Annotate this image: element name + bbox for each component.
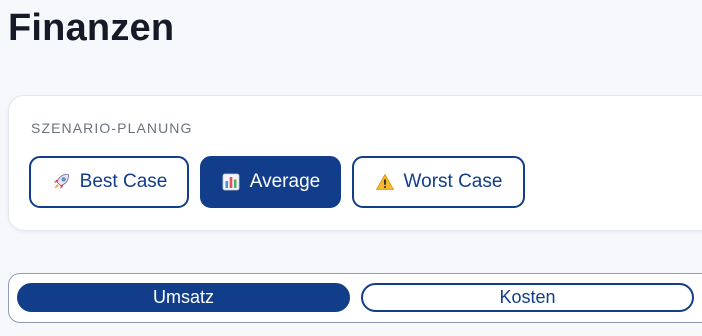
average-button[interactable]: Average xyxy=(200,156,341,208)
best-case-label: Best Case xyxy=(79,171,168,192)
tab-kosten[interactable]: Kosten xyxy=(361,283,694,312)
page-title: Finanzen xyxy=(8,7,175,49)
worst-case-label: Worst Case xyxy=(403,171,503,192)
tab-umsatz[interactable]: Umsatz xyxy=(17,283,350,312)
tab-bar: Umsatz Kosten xyxy=(8,273,702,323)
scenario-planning-card: SZENARIO-PLANUNG Best Case Average Worst… xyxy=(8,95,702,231)
warning-icon xyxy=(375,172,395,192)
section-label: SZENARIO-PLANUNG xyxy=(31,120,193,136)
worst-case-button[interactable]: Worst Case xyxy=(352,156,525,208)
average-label: Average xyxy=(249,171,321,192)
rocket-icon xyxy=(51,172,71,192)
best-case-button[interactable]: Best Case xyxy=(29,156,189,208)
bar-chart-icon xyxy=(221,172,241,192)
